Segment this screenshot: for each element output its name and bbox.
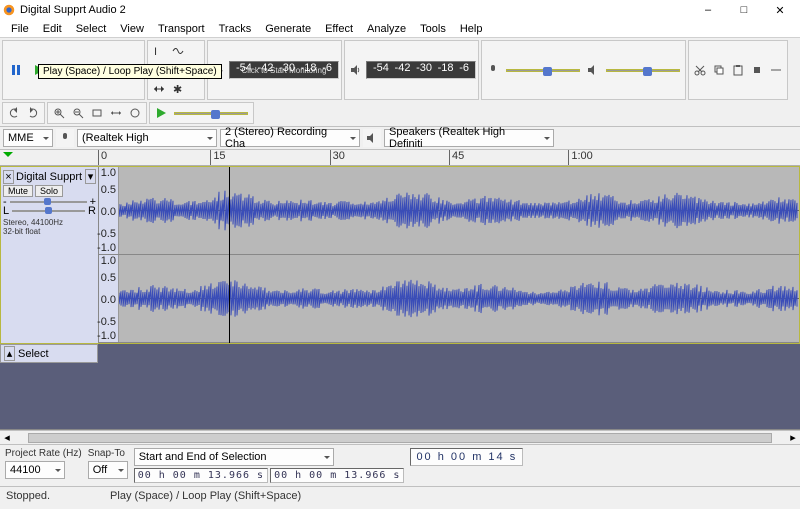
playback-meter[interactable]: -54-42-30-18-6	[366, 61, 476, 79]
menu-tools[interactable]: Tools	[413, 22, 453, 36]
track-info: Stereo, 44100Hz 32-bit float	[3, 218, 96, 236]
menu-tracks[interactable]: Tracks	[212, 22, 259, 36]
timeline-ruler[interactable]: 0 15 30 45 1:00	[0, 150, 800, 166]
horizontal-scrollbar[interactable]: ◂▸	[0, 430, 800, 444]
speaker-icon[interactable]	[347, 61, 365, 79]
svg-text:✱: ✱	[173, 84, 182, 95]
channel-left: 1.00.50.0-0.5-1.0	[99, 167, 799, 255]
waveform-pane[interactable]: 1.00.50.0-0.5-1.0 1.00.50.0-0.5-1.0	[99, 167, 799, 343]
mute-button[interactable]: Mute	[3, 185, 33, 197]
mic-gain-icon	[484, 61, 502, 79]
menu-edit[interactable]: Edit	[36, 22, 69, 36]
track-area: × Digital Supprt ▾ Mute Solo -+ LR Stere…	[0, 166, 800, 430]
status-bar: Stopped. Play (Space) / Loop Play (Shift…	[0, 486, 800, 504]
svg-text:I: I	[154, 46, 157, 57]
zoom-toolbar	[47, 102, 147, 124]
solo-button[interactable]: Solo	[35, 185, 63, 197]
status-state: Stopped.	[6, 490, 50, 502]
track-menu-button[interactable]: ▾	[85, 169, 96, 184]
edit-toolbar	[688, 40, 788, 100]
track-control-panel: × Digital Supprt ▾ Mute Solo -+ LR Stere…	[1, 167, 99, 343]
zoom-in-button[interactable]	[50, 104, 68, 122]
zoom-toggle-button[interactable]	[126, 104, 144, 122]
toolbar-area: Play (Space) / Loop Play (Shift+Space) I…	[0, 38, 800, 127]
record-meter[interactable]: -54-42-30-18-6 Click to Start Monitoring	[229, 61, 339, 79]
selection-mode-select[interactable]: Start and End of Selection	[134, 448, 334, 466]
window-title: Digital Supprt Audio 2	[20, 4, 690, 16]
play-at-speed-toolbar	[149, 102, 254, 124]
selection-tool[interactable]: I	[150, 42, 168, 60]
play-tooltip: Play (Space) / Loop Play (Shift+Space)	[38, 64, 222, 79]
audio-host-select[interactable]: MME	[3, 129, 53, 147]
status-hint: Play (Space) / Loop Play (Shift+Space)	[110, 490, 301, 502]
snap-to-select[interactable]: Off	[88, 461, 128, 479]
selection-start[interactable]: 00 h 00 m 13.966 s	[134, 468, 268, 483]
envelope-tool[interactable]	[169, 42, 187, 60]
record-meter-group: -54-42-30-18-6 Click to Start Monitoring	[207, 40, 342, 100]
fit-selection-button[interactable]	[88, 104, 106, 122]
undo-button[interactable]	[5, 104, 23, 122]
menu-bar: File Edit Select View Transport Tracks G…	[0, 20, 800, 38]
audio-track: × Digital Supprt ▾ Mute Solo -+ LR Stere…	[0, 166, 800, 344]
menu-select[interactable]: Select	[69, 22, 114, 36]
app-icon	[2, 3, 16, 17]
redo-button[interactable]	[24, 104, 42, 122]
track-select-button[interactable]: ▴ Select	[0, 344, 98, 363]
close-button[interactable]: ✕	[762, 0, 798, 20]
cut-button[interactable]	[691, 61, 709, 79]
mic-device-icon	[56, 129, 74, 147]
track-name[interactable]: Digital Supprt	[16, 171, 85, 183]
speaker-device-icon	[363, 129, 381, 147]
track-pan-slider[interactable]: LR	[3, 207, 96, 215]
fit-project-button[interactable]	[107, 104, 125, 122]
selection-end[interactable]: 00 h 00 m 13.966 s	[270, 468, 404, 483]
menu-view[interactable]: View	[113, 22, 151, 36]
menu-file[interactable]: File	[4, 22, 36, 36]
copy-button[interactable]	[710, 61, 728, 79]
selection-toolbar: Project Rate (Hz) 44100 Snap-To Off Star…	[0, 444, 800, 486]
menu-generate[interactable]: Generate	[258, 22, 318, 36]
record-volume-slider[interactable]	[503, 61, 583, 79]
zoom-out-button[interactable]	[69, 104, 87, 122]
snap-to-label: Snap-To	[88, 448, 128, 459]
track-close-button[interactable]: ×	[3, 170, 14, 184]
project-rate-select[interactable]: 44100	[5, 461, 65, 479]
playback-meter-group: -54-42-30-18-6	[344, 40, 479, 100]
channel-right: 1.00.50.0-0.5-1.0	[99, 255, 799, 343]
edit-cursor	[229, 167, 230, 343]
track-gain-slider[interactable]: -+	[3, 198, 96, 206]
trim-button[interactable]	[748, 61, 766, 79]
waveform-left	[119, 167, 799, 254]
waveform-right	[119, 255, 799, 342]
menu-help[interactable]: Help	[453, 22, 490, 36]
device-toolbar: MME (Realtek High 2 (Stereo) Recording C…	[0, 127, 800, 150]
play-head-icon	[3, 152, 13, 162]
menu-transport[interactable]: Transport	[151, 22, 212, 36]
record-channels-select[interactable]: 2 (Stereo) Recording Cha	[220, 129, 360, 147]
record-device-select[interactable]: (Realtek High	[77, 129, 217, 147]
timeshift-tool[interactable]	[150, 80, 168, 98]
maximize-button[interactable]: □	[726, 0, 762, 20]
menu-analyze[interactable]: Analyze	[360, 22, 413, 36]
speaker-gain-icon	[584, 61, 602, 79]
multi-tool[interactable]: ✱	[169, 80, 187, 98]
vaxis-left: 1.00.50.0-0.5-1.0	[99, 167, 119, 254]
project-rate-label: Project Rate (Hz)	[5, 448, 82, 459]
silence-button[interactable]	[767, 61, 785, 79]
playback-volume-slider[interactable]	[603, 61, 683, 79]
minimize-button[interactable]: –	[690, 0, 726, 20]
paste-button[interactable]	[729, 61, 747, 79]
vaxis-right: 1.00.50.0-0.5-1.0	[99, 255, 119, 342]
playback-device-select[interactable]: Speakers (Realtek High Definiti	[384, 129, 554, 147]
mixer-toolbar	[481, 40, 686, 100]
pause-button[interactable]	[5, 59, 27, 81]
audio-position[interactable]: 00 h 00 m 14 s	[410, 448, 523, 466]
play-at-speed-button[interactable]	[152, 104, 170, 122]
undo-toolbar	[2, 102, 45, 124]
playback-speed-slider[interactable]	[171, 104, 251, 122]
menu-effect[interactable]: Effect	[318, 22, 360, 36]
title-bar: Digital Supprt Audio 2 – □ ✕	[0, 0, 800, 20]
